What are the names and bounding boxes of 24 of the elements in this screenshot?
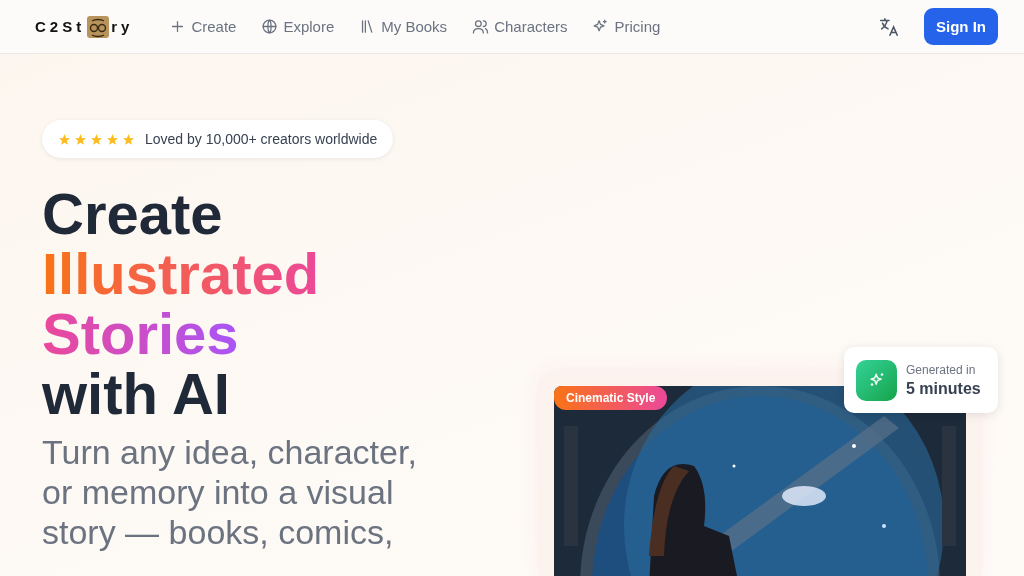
nav-link[interactable]: My Books <box>359 18 448 35</box>
generated-time: 5 minutes <box>906 379 981 398</box>
logo-text[interactable]: ry <box>111 18 134 35</box>
logo-text[interactable]: C2St <box>35 18 86 35</box>
users-icon <box>472 18 490 35</box>
star-icon <box>74 132 87 146</box>
rating-text: Loved by 10,000+ creators worldwide <box>145 131 378 147</box>
subtitle: Turn any idea, character, or memory into a visual story — books, comics, <box>42 432 418 552</box>
style-tag: Cinematic Style <box>554 386 668 410</box>
nav-link[interactable]: Pricing <box>592 18 661 35</box>
globe-icon <box>261 18 279 35</box>
nav-link[interactable]: Characters <box>472 18 568 35</box>
sign-in-button[interactable]: Sign In <box>924 8 998 45</box>
sparkles-icon <box>856 359 897 401</box>
generated-label: Generated in <box>906 362 977 377</box>
star-icon <box>106 132 119 146</box>
translate-icon[interactable] <box>878 15 900 38</box>
star-icon <box>122 132 135 146</box>
star-icon <box>58 132 71 146</box>
logo-icon[interactable] <box>87 15 110 38</box>
nav-link[interactable]: Create <box>169 18 237 35</box>
nav-link[interactable]: Explore <box>261 18 335 35</box>
star-icon <box>90 132 103 146</box>
headline: Create Illustrated Stories with AI <box>42 184 321 424</box>
